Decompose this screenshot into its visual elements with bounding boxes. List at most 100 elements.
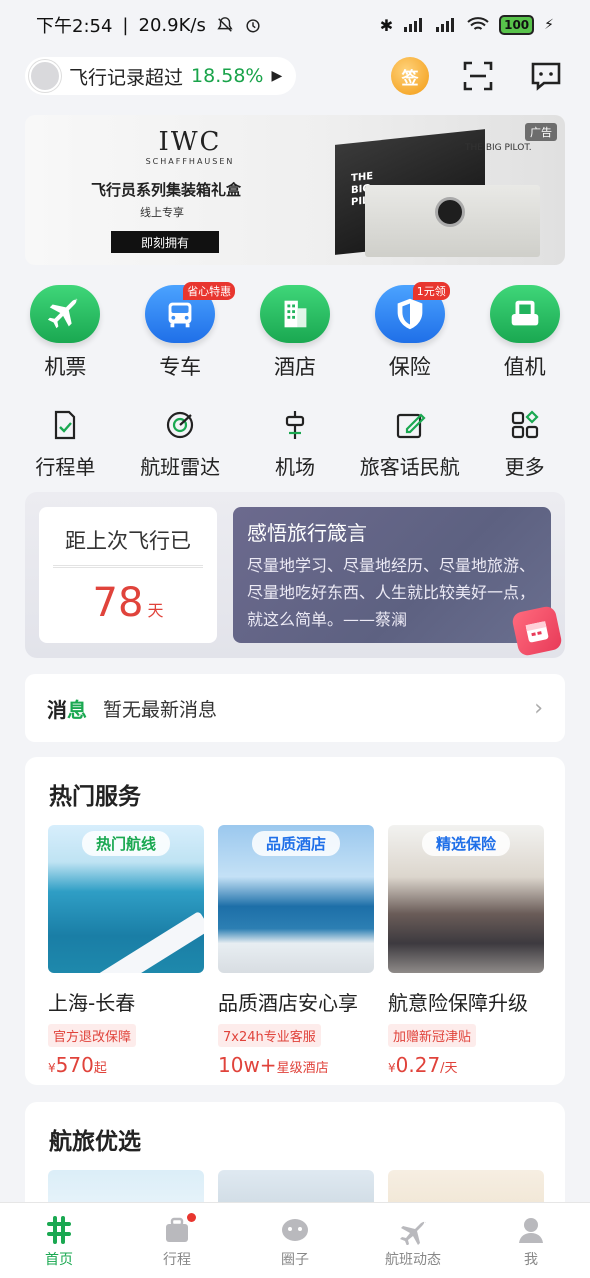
nav-profile[interactable]: 我 (481, 1213, 581, 1269)
hot-insurance-tag: 精选保险 (421, 831, 511, 856)
nav-circle-label: 圈子 (281, 1251, 309, 1268)
service-checkin-label: 值机 (503, 355, 546, 379)
hot-insurance-price-suffix: /天 (440, 1061, 458, 1076)
seat-icon (511, 300, 538, 326)
hot-hotel-price-value: 10w+ (218, 1053, 277, 1077)
tool-airport-label: 机场 (274, 455, 315, 479)
message-center-button[interactable] (527, 57, 565, 95)
nav-trip[interactable]: 行程 (127, 1212, 227, 1269)
hot-item-insurance[interactable]: 精选保险 航意险保障升级 加赠新冠津贴 ¥0.27/天 (388, 825, 544, 1077)
service-car[interactable]: 省心特惠 专车 (125, 282, 236, 381)
hot-hotel-price-suffix: 星级酒店 (276, 1061, 329, 1076)
hot-insurance-image: 精选保险 (388, 825, 544, 973)
hotel-icon (284, 300, 307, 328)
tool-radar[interactable]: 航班雷达 (123, 407, 238, 480)
travel-quote-box[interactable]: 感悟旅行箴言 尽量地学习、尽量地经历、尽量地旅游、尽量地吃好东西、人生就比较美好… (233, 507, 564, 658)
chevron-right-icon: › (534, 695, 543, 721)
tool-radar-icon-wrap (162, 407, 198, 443)
profile-icon (519, 1217, 543, 1243)
nav-profile-label: 我 (524, 1251, 538, 1268)
tool-more[interactable]: 更多 (467, 407, 582, 480)
quote-title: 感悟旅行箴言 (247, 521, 367, 545)
status-divider: | (122, 14, 129, 36)
hot-route-price-value: 570 (55, 1053, 94, 1077)
hot-route-price: ¥570起 (48, 1053, 204, 1077)
message-label: 消息 (47, 694, 87, 723)
days-since-unit: 天 (147, 601, 164, 620)
hot-route-currency: ¥ (48, 1061, 56, 1075)
tool-more-icon-wrap (507, 407, 543, 443)
signal-icon-2 (436, 18, 455, 32)
scan-button[interactable] (459, 57, 497, 95)
tool-feedback[interactable]: 旅客话民航 (352, 407, 467, 480)
signal-icon (404, 18, 423, 32)
hot-services-title: 热门服务 (49, 784, 141, 810)
tool-more-label: 更多 (504, 455, 545, 479)
hot-route-name: 上海-长春 (48, 991, 136, 1015)
nav-circle[interactable]: 圈子 (245, 1213, 345, 1269)
notification-dot (187, 1212, 196, 1222)
hot-item-route[interactable]: 热门航线 上海-长春 官方退改保障 ¥570起 (48, 825, 204, 1077)
play-arrow-icon: ▶ (271, 68, 283, 84)
alarm-icon (246, 19, 260, 33)
service-insurance[interactable]: 1元领 保险 (355, 282, 465, 381)
divider (53, 565, 203, 568)
hot-item-hotel[interactable]: 品质酒店 品质酒店安心享 7x24h专业客服 10w+星级酒店 (218, 825, 374, 1077)
hot-route-tag: 热门航线 (81, 831, 171, 856)
service-checkin-circle (489, 285, 560, 343)
service-checkin[interactable]: 值机 (470, 285, 580, 381)
battery-icon: 100 (499, 15, 535, 35)
status-bar: 下午2:54 | 20.9K/s ✱ 100 ⚡ (0, 0, 590, 50)
hot-insurance-price-value: 0.27 (395, 1053, 441, 1077)
message-label-part1: 消 (47, 697, 67, 722)
service-hotel[interactable]: 酒店 (240, 285, 350, 381)
service-flight[interactable]: 机票 (10, 285, 120, 381)
days-since-flight-box[interactable]: 距上次飞行已 78 天 (39, 507, 217, 643)
flight-record-pill[interactable]: 飞行记录超过 18.58% ▶ (25, 57, 297, 95)
tools-row: 行程单 航班雷达 机场 旅客话民航 更多 (0, 407, 590, 480)
tool-itinerary[interactable]: 行程单 (8, 407, 123, 480)
nav-home-icon-wrap (42, 1213, 76, 1247)
plane-icon (48, 297, 79, 329)
radar-icon (167, 411, 194, 439)
top-row: 飞行记录超过 18.58% ▶ 签 (25, 55, 565, 97)
record-value: 18.58% (191, 65, 264, 87)
airport-icon (285, 411, 305, 439)
charging-icon: ⚡ (544, 17, 554, 33)
nav-flight-status-icon-wrap (396, 1213, 430, 1247)
watch-image (435, 197, 465, 227)
nav-profile-icon-wrap (514, 1213, 548, 1247)
plane-wing-image (97, 910, 204, 973)
itinerary-icon (55, 410, 76, 440)
ad-tag: 广告 (525, 123, 557, 141)
hot-hotel-name: 品质酒店安心享 (218, 991, 358, 1015)
nav-home[interactable]: 首页 (9, 1213, 109, 1269)
nav-flight-status[interactable]: 航班动态 (363, 1213, 463, 1269)
tool-feedback-label: 旅客话民航 (359, 455, 460, 479)
service-flight-label: 机票 (44, 355, 87, 379)
feedback-icon (396, 413, 426, 439)
scan-icon (463, 61, 493, 91)
service-grid: 机票 省心特惠 专车 酒店 1元领 保险 值机 行程单 航班雷达 机场 旅客话民… (0, 282, 590, 480)
tool-radar-label: 航班雷达 (140, 455, 221, 479)
ad-banner[interactable]: 广告 IWC SCHAFFHAUSEN 飞行员系列集装箱礼盒 线上专享 即刻拥有… (25, 115, 565, 265)
banner-cta-button[interactable]: 即刻拥有 (111, 231, 219, 253)
wifi-icon (467, 17, 489, 30)
hot-hotel-image: 品质酒店 (218, 825, 374, 973)
avatar[interactable] (29, 60, 61, 92)
bluetooth-icon: ✱ (379, 15, 394, 35)
quote-text: 尽量地学习、尽量地经历、尽量地旅游、尽量地吃好东西、人生就比较美好一点，就这么简… (247, 556, 536, 629)
home-icon (47, 1215, 71, 1244)
sign-in-button[interactable]: 签 (391, 57, 429, 95)
chat-icon (531, 62, 561, 91)
brand-name: IWC (158, 127, 222, 157)
car-icon (168, 302, 192, 328)
tool-airport[interactable]: 机场 (238, 407, 353, 480)
message-bar[interactable]: 消息 暂无最新消息 › (25, 674, 565, 742)
battery-level: 100 (504, 18, 530, 32)
brand-logo: IWC SCHAFFHAUSEN (135, 127, 245, 166)
bell-off-icon (217, 17, 233, 32)
hot-hotel-badge: 7x24h专业客服 (218, 1024, 321, 1047)
hot-insurance-name: 航意险保障升级 (388, 991, 528, 1015)
hot-hotel-price: 10w+星级酒店 (218, 1053, 374, 1077)
